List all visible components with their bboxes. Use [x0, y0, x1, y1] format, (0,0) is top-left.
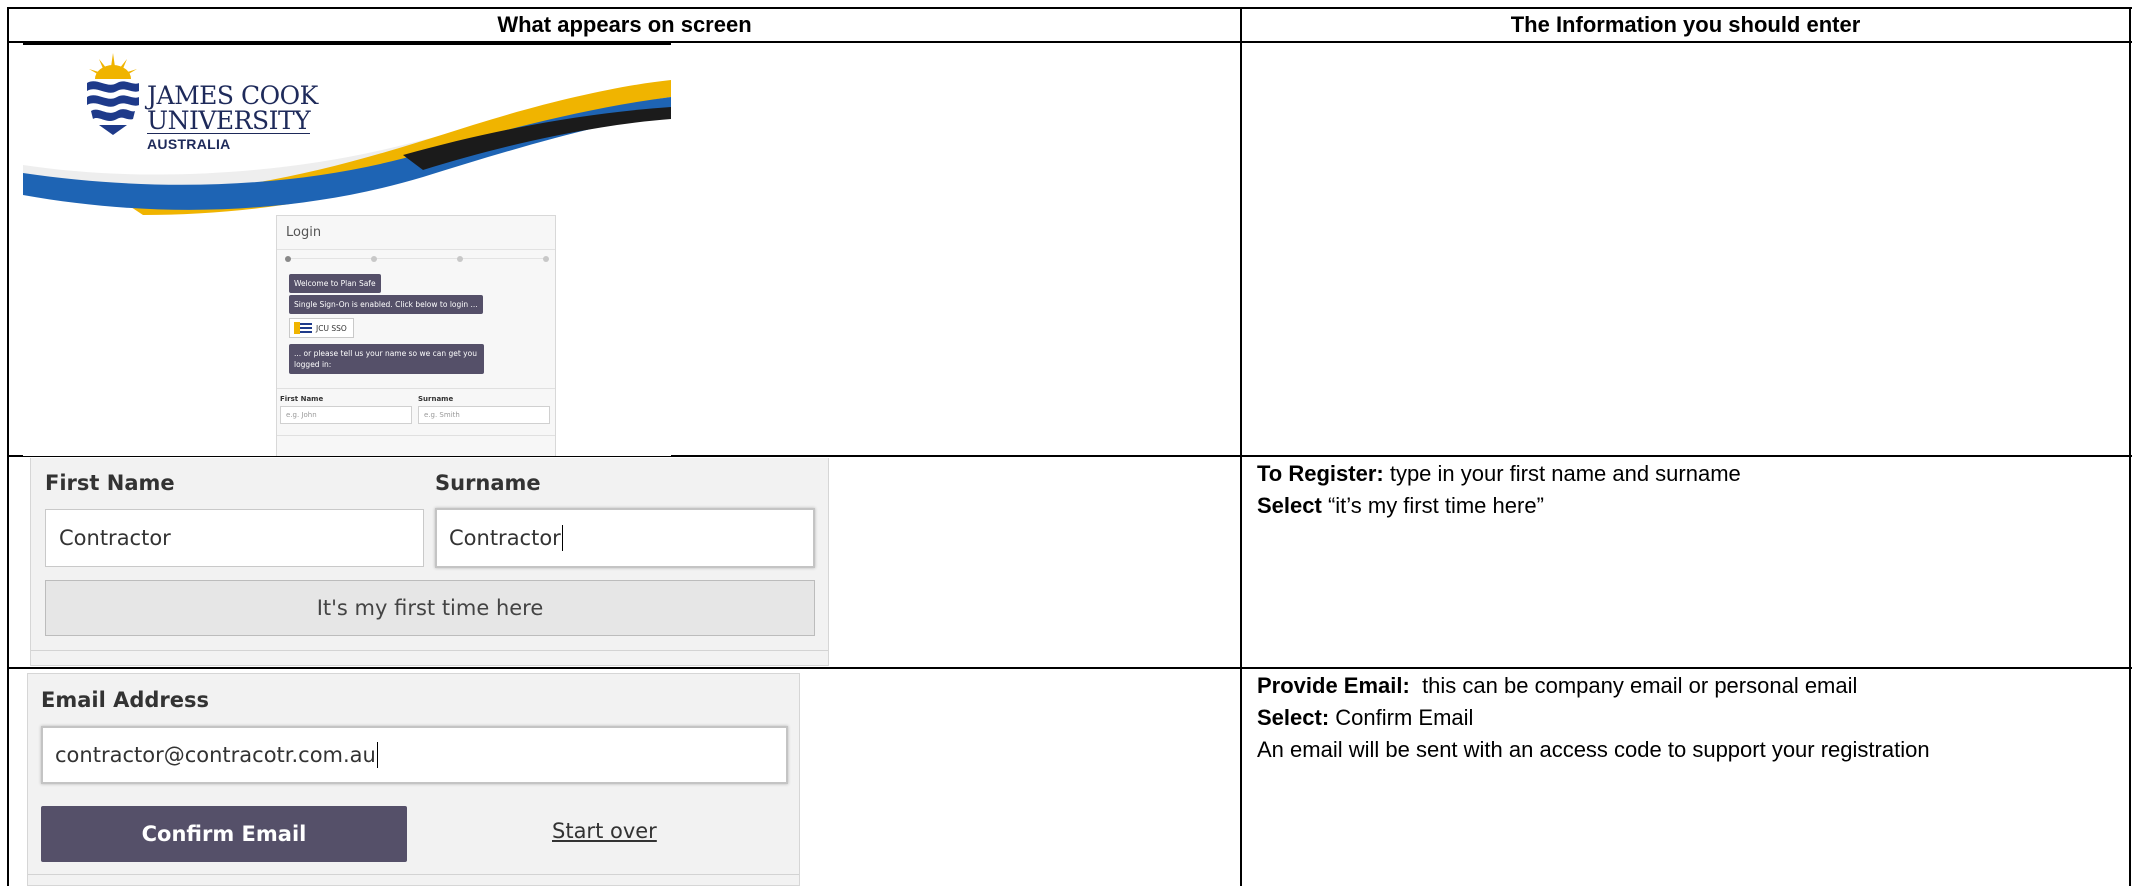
sso-button-label: JCU SSO	[316, 323, 347, 333]
table-border-right	[2129, 7, 2131, 886]
progress-dot	[285, 256, 291, 262]
sso-message: Single Sign-On is enabled. Click below t…	[289, 295, 483, 314]
first-name-input[interactable]: Contractor	[45, 509, 424, 567]
login-panel: Login Welcome to Plan Safe Single Sign-O…	[276, 215, 556, 456]
surname-input[interactable]: e.g. Smith	[418, 406, 550, 424]
email-confirmation-screenshot: Email Address contractor@contracotr.com.…	[27, 673, 800, 886]
column-header-information: The Information you should enter	[1510, 12, 1861, 37]
progress-dots	[285, 256, 549, 262]
name-prompt-message: ... or please tell us your name so we ca…	[289, 344, 484, 374]
login-title: Login	[277, 216, 555, 250]
table-row2-rule	[8, 667, 2132, 669]
progress-dot	[457, 256, 463, 262]
jcu-login-screenshot: JAMES COOK UNIVERSITY AUSTRALIA Login We…	[23, 42, 671, 456]
first-name-label: First Name	[45, 471, 175, 495]
surname-label: Surname	[418, 395, 454, 403]
surname-input[interactable]: Contractor	[435, 508, 815, 568]
progress-dot	[543, 256, 549, 262]
first-name-input[interactable]: e.g. John	[280, 406, 412, 424]
first-time-here-button[interactable]: It's my first time here	[45, 580, 815, 636]
jcu-sso-button[interactable]: JCU SSO	[289, 318, 354, 338]
text-cursor	[376, 742, 378, 768]
surname-label: Surname	[435, 471, 541, 495]
jcu-crest-icon	[87, 53, 139, 135]
register-instructions: To Register: type in your first name and…	[1257, 461, 1741, 518]
confirm-email-button[interactable]: Confirm Email	[41, 806, 407, 862]
text-cursor	[561, 525, 563, 551]
start-over-link[interactable]: Start over	[552, 819, 657, 843]
table-column-divider	[1240, 7, 1242, 886]
jcu-logo-wordmark: JAMES COOK UNIVERSITY AUSTRALIA	[147, 81, 318, 152]
column-header-screen: What appears on screen	[497, 12, 752, 37]
sso-logo-icon	[294, 322, 312, 334]
welcome-message: Welcome to Plan Safe	[289, 274, 381, 293]
email-address-label: Email Address	[41, 688, 210, 712]
email-input[interactable]: contractor@contracotr.com.au	[41, 726, 788, 784]
register-name-screenshot: First Name Surname Contractor Contractor…	[30, 458, 829, 666]
progress-dot	[371, 256, 377, 262]
email-instructions: Provide Email: this can be company email…	[1257, 673, 1930, 762]
first-name-label: First Name	[280, 395, 324, 403]
table-border-left	[7, 7, 9, 886]
